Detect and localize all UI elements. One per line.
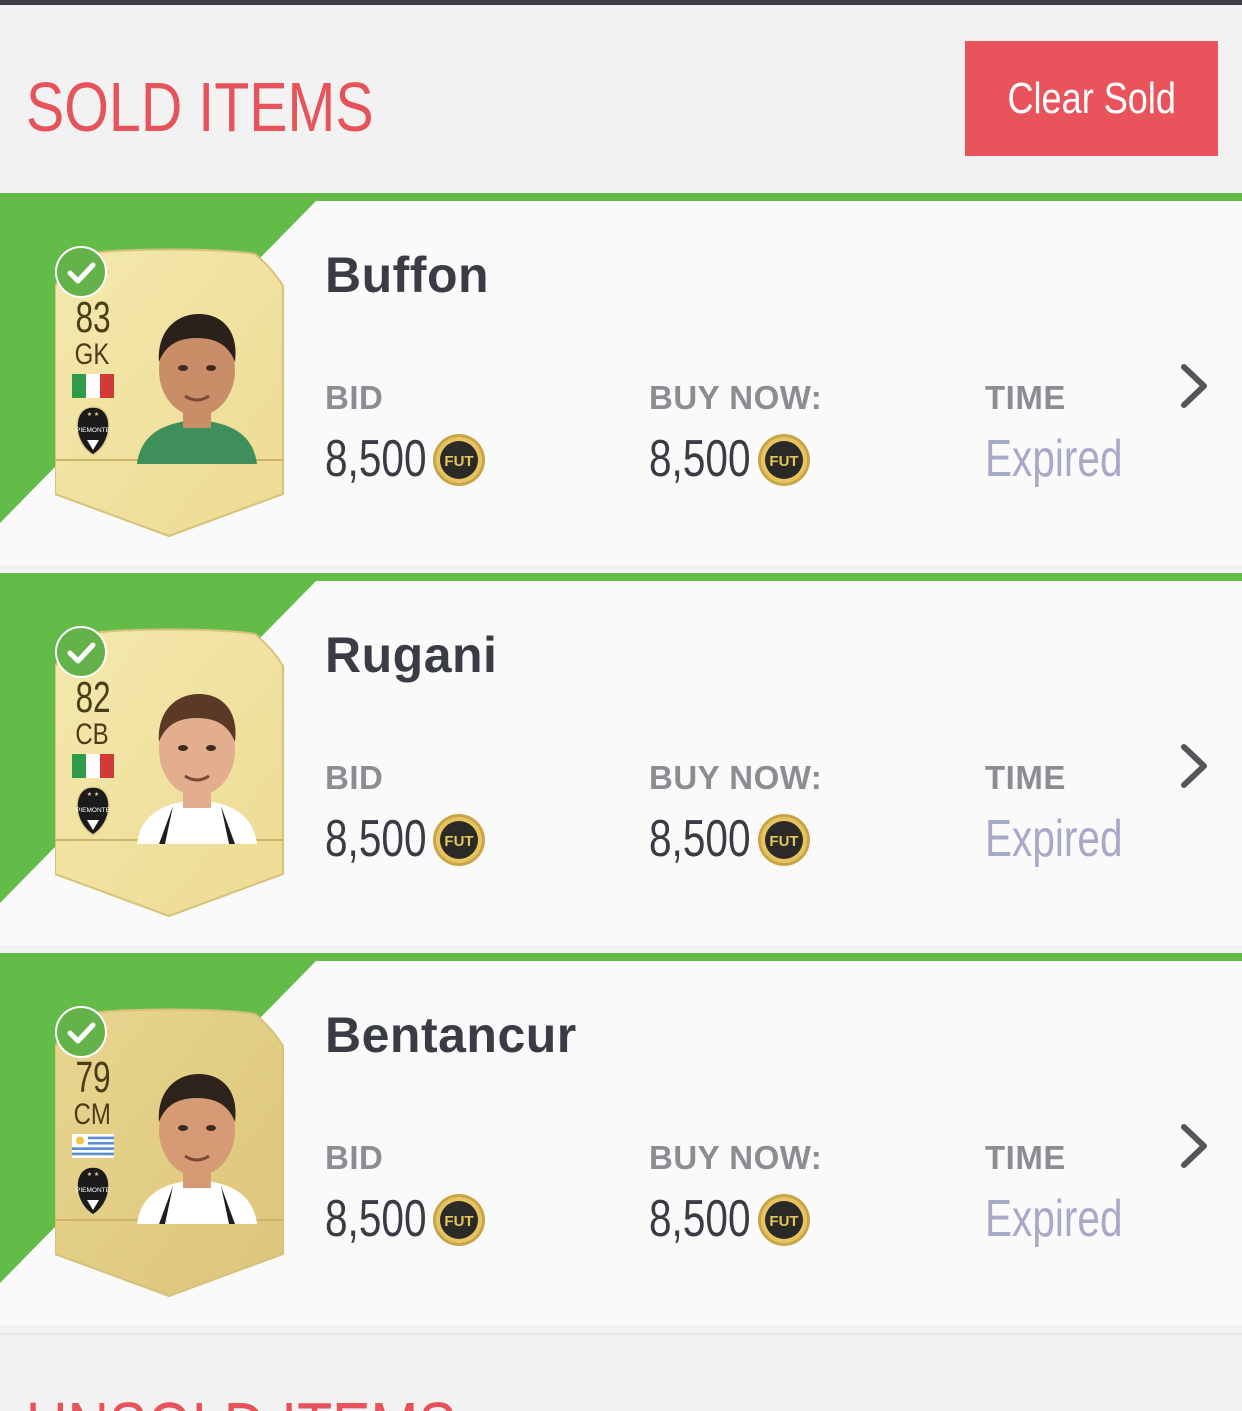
time-value: Expired: [985, 1190, 1123, 1248]
svg-text:FUT: FUT: [444, 1213, 473, 1230]
italy-flag: [72, 754, 114, 778]
bid-value: 8,500: [325, 1190, 427, 1248]
time-label: TIME: [985, 1139, 1066, 1176]
svg-text:FUT: FUT: [769, 833, 798, 850]
svg-text:★ ★: ★ ★: [87, 1171, 99, 1178]
bid-value: 8,500: [325, 430, 427, 488]
player-portrait: [117, 1064, 277, 1224]
buy-now-value: 8,500: [649, 810, 751, 868]
player-position: GK: [74, 338, 110, 371]
time-label: TIME: [985, 379, 1066, 416]
svg-text:FUT: FUT: [769, 1213, 798, 1230]
buy-now-value: 8,500: [649, 430, 751, 488]
svg-text:PIEMONTE: PIEMONTE: [76, 1187, 111, 1194]
buy-now-label: BUY NOW:: [649, 379, 823, 416]
time-value: Expired: [985, 430, 1123, 488]
chevron-right-icon[interactable]: [1178, 361, 1212, 411]
club-badge-icon: ★ ★ PIEMONTE: [75, 1166, 111, 1216]
sold-item-row[interactable]: 82 CB ★ ★ PIEMONTE Rugani BID 8,500 FUT: [0, 573, 1242, 945]
bid-label: BID: [325, 1139, 384, 1176]
sold-items-header: SOLD ITEMS Clear Sold: [0, 5, 1242, 193]
svg-text:PIEMONTE: PIEMONTE: [76, 427, 111, 434]
sold-check-icon: [55, 626, 107, 678]
time-value: Expired: [985, 810, 1123, 868]
player-card[interactable]: 79 CM ★ ★ PIEMONTE: [55, 1006, 285, 1298]
bid-label: BID: [325, 379, 384, 416]
buy-now-value: 8,500: [649, 1190, 751, 1248]
club-badge-icon: ★ ★ PIEMONTE: [75, 786, 111, 836]
player-position: CB: [75, 718, 109, 751]
chevron-right-icon[interactable]: [1178, 1121, 1212, 1171]
sold-item-row[interactable]: 83 GK ★ ★ PIEMONTE Buffon BID 8,500 FUT: [0, 193, 1242, 565]
player-name: Buffon: [325, 247, 490, 303]
player-card[interactable]: 83 GK ★ ★ PIEMONTE: [55, 246, 285, 538]
unsold-items-header: UNSOLD ITEMS: [0, 1333, 1242, 1411]
sold-item-row[interactable]: 79 CM ★ ★ PIEMONTE Bentancur BID 8,500 F…: [0, 953, 1242, 1325]
player-card[interactable]: 82 CB ★ ★ PIEMONTE: [55, 626, 285, 918]
section-title: SOLD ITEMS: [26, 68, 374, 146]
chevron-right-icon[interactable]: [1178, 741, 1212, 791]
coin-icon: FUT: [757, 1193, 811, 1247]
club-badge-icon: ★ ★ PIEMONTE: [75, 406, 111, 456]
coin-icon: FUT: [432, 433, 486, 487]
coin-icon: FUT: [757, 813, 811, 867]
svg-text:★ ★: ★ ★: [87, 411, 99, 418]
svg-text:PIEMONTE: PIEMONTE: [76, 807, 111, 814]
player-rating: 82: [75, 673, 111, 722]
uruguay-flag: [72, 1134, 114, 1158]
bid-label: BID: [325, 759, 384, 796]
coin-icon: FUT: [757, 433, 811, 487]
time-label: TIME: [985, 759, 1066, 796]
buy-now-label: BUY NOW:: [649, 759, 823, 796]
player-name: Rugani: [325, 627, 498, 683]
player-position: CM: [73, 1098, 111, 1131]
sold-check-icon: [55, 1006, 107, 1058]
buy-now-label: BUY NOW:: [649, 1139, 823, 1176]
player-portrait: [117, 304, 277, 464]
player-rating: 83: [75, 293, 111, 342]
clear-sold-label: Clear Sold: [1007, 73, 1176, 123]
svg-text:FUT: FUT: [444, 833, 473, 850]
coin-icon: FUT: [432, 813, 486, 867]
unsold-section-title: UNSOLD ITEMS: [26, 1387, 457, 1411]
coin-icon: FUT: [432, 1193, 486, 1247]
svg-text:FUT: FUT: [444, 453, 473, 470]
player-rating: 79: [75, 1053, 111, 1102]
player-name: Bentancur: [325, 1007, 577, 1063]
sold-check-icon: [55, 246, 107, 298]
svg-text:★ ★: ★ ★: [87, 791, 99, 798]
italy-flag: [72, 374, 114, 398]
clear-sold-button[interactable]: Clear Sold: [965, 41, 1218, 156]
svg-text:FUT: FUT: [769, 453, 798, 470]
player-portrait: [117, 684, 277, 844]
bid-value: 8,500: [325, 810, 427, 868]
